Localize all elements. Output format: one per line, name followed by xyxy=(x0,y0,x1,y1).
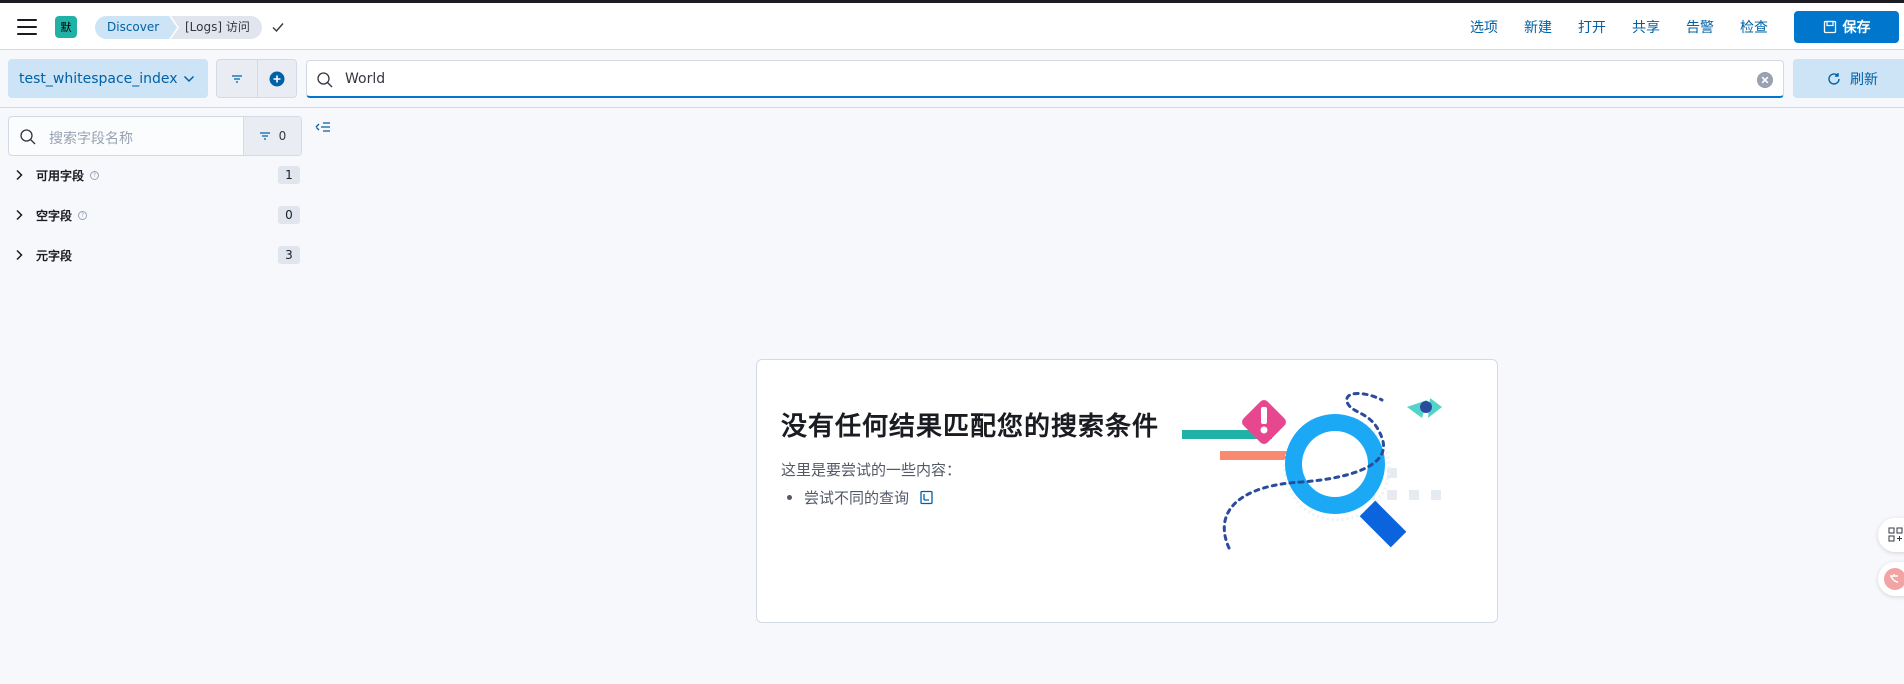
field-group-empty[interactable]: 空字段 ? 0 xyxy=(8,204,300,226)
float-apps-button[interactable] xyxy=(1878,518,1904,552)
save-icon xyxy=(1823,20,1836,33)
no-results-illustration xyxy=(1182,392,1442,550)
collapse-sidebar-icon[interactable] xyxy=(315,120,331,134)
inspect-link[interactable]: 检查 xyxy=(1740,17,1768,37)
suggestion-item: 尝试不同的查询 xyxy=(787,487,934,508)
documentation-icon[interactable] xyxy=(919,490,934,505)
breadcrumb-current: [Logs] 访问 xyxy=(171,16,262,39)
index-pattern-label: test_whitespace_index xyxy=(19,70,178,87)
query-input[interactable]: World xyxy=(306,60,1784,98)
grid-icon xyxy=(1888,527,1903,542)
field-group-count: 1 xyxy=(278,166,300,184)
chevron-right-icon xyxy=(16,249,23,261)
divider xyxy=(0,107,1904,108)
field-search-input[interactable]: 搜索字段名称 0 xyxy=(8,116,302,156)
top-header: 默 Discover [Logs] 访问 选项 新建 打开 共享 告警 检查 保… xyxy=(0,0,1904,50)
field-group-count: 3 xyxy=(278,246,300,264)
field-search-placeholder: 搜索字段名称 xyxy=(49,131,133,147)
chevron-right-icon xyxy=(16,169,23,181)
open-link[interactable]: 打开 xyxy=(1578,17,1606,37)
menu-icon[interactable] xyxy=(17,19,37,35)
field-group-meta[interactable]: 元字段 3 xyxy=(8,244,300,266)
top-nav: 选项 新建 打开 共享 告警 检查 保存 xyxy=(1470,3,1904,50)
filter-icon xyxy=(259,132,270,140)
save-button[interactable]: 保存 xyxy=(1794,10,1899,43)
query-text: World xyxy=(345,71,386,87)
filter-menu-button[interactable] xyxy=(217,60,257,97)
search-icon xyxy=(317,72,333,88)
no-results-panel: 没有任何结果匹配您的搜索条件 这里是要尝试的一些内容： 尝试不同的查询 xyxy=(756,359,1498,623)
suggestion-text: 尝试不同的查询 xyxy=(804,489,910,507)
share-link[interactable]: 共享 xyxy=(1632,17,1660,37)
plus-circle-icon xyxy=(269,71,285,86)
field-filter-button[interactable]: 0 xyxy=(243,117,301,155)
field-group-label: 空字段 xyxy=(36,208,73,223)
field-filter-count: 0 xyxy=(278,129,287,143)
breadcrumb-discover[interactable]: Discover xyxy=(95,16,177,39)
chevron-right-icon xyxy=(16,209,23,221)
no-results-subtitle: 这里是要尝试的一些内容： xyxy=(781,461,962,479)
refresh-icon xyxy=(1828,73,1840,85)
field-group-label: 可用字段 xyxy=(36,168,85,183)
chevron-down-icon xyxy=(183,75,195,83)
index-pattern-selector[interactable]: test_whitespace_index xyxy=(8,59,208,98)
refresh-button[interactable]: 刷新 xyxy=(1793,59,1904,98)
field-group-available[interactable]: 可用字段 ? 1 xyxy=(8,164,300,186)
add-filter-button[interactable] xyxy=(256,60,297,97)
float-translate-button[interactable] xyxy=(1878,562,1904,596)
search-icon xyxy=(20,129,36,145)
field-group-label: 元字段 xyxy=(36,248,73,263)
translate-icon xyxy=(1884,568,1904,590)
alerts-link[interactable]: 告警 xyxy=(1686,17,1714,37)
refresh-label: 刷新 xyxy=(1850,71,1878,88)
save-label: 保存 xyxy=(1842,19,1871,36)
filter-icon xyxy=(231,74,242,83)
help-icon[interactable]: ? xyxy=(90,170,100,180)
bullet xyxy=(787,495,792,500)
clear-icon[interactable] xyxy=(1757,72,1773,88)
options-link[interactable]: 选项 xyxy=(1470,17,1498,37)
no-results-title: 没有任何结果匹配您的搜索条件 xyxy=(781,412,1160,442)
new-link[interactable]: 新建 xyxy=(1524,17,1552,37)
space-avatar[interactable]: 默 xyxy=(55,16,77,38)
field-group-count: 0 xyxy=(278,206,300,224)
filter-controls xyxy=(216,59,297,98)
help-icon[interactable]: ? xyxy=(78,210,88,220)
check-icon xyxy=(272,23,284,33)
